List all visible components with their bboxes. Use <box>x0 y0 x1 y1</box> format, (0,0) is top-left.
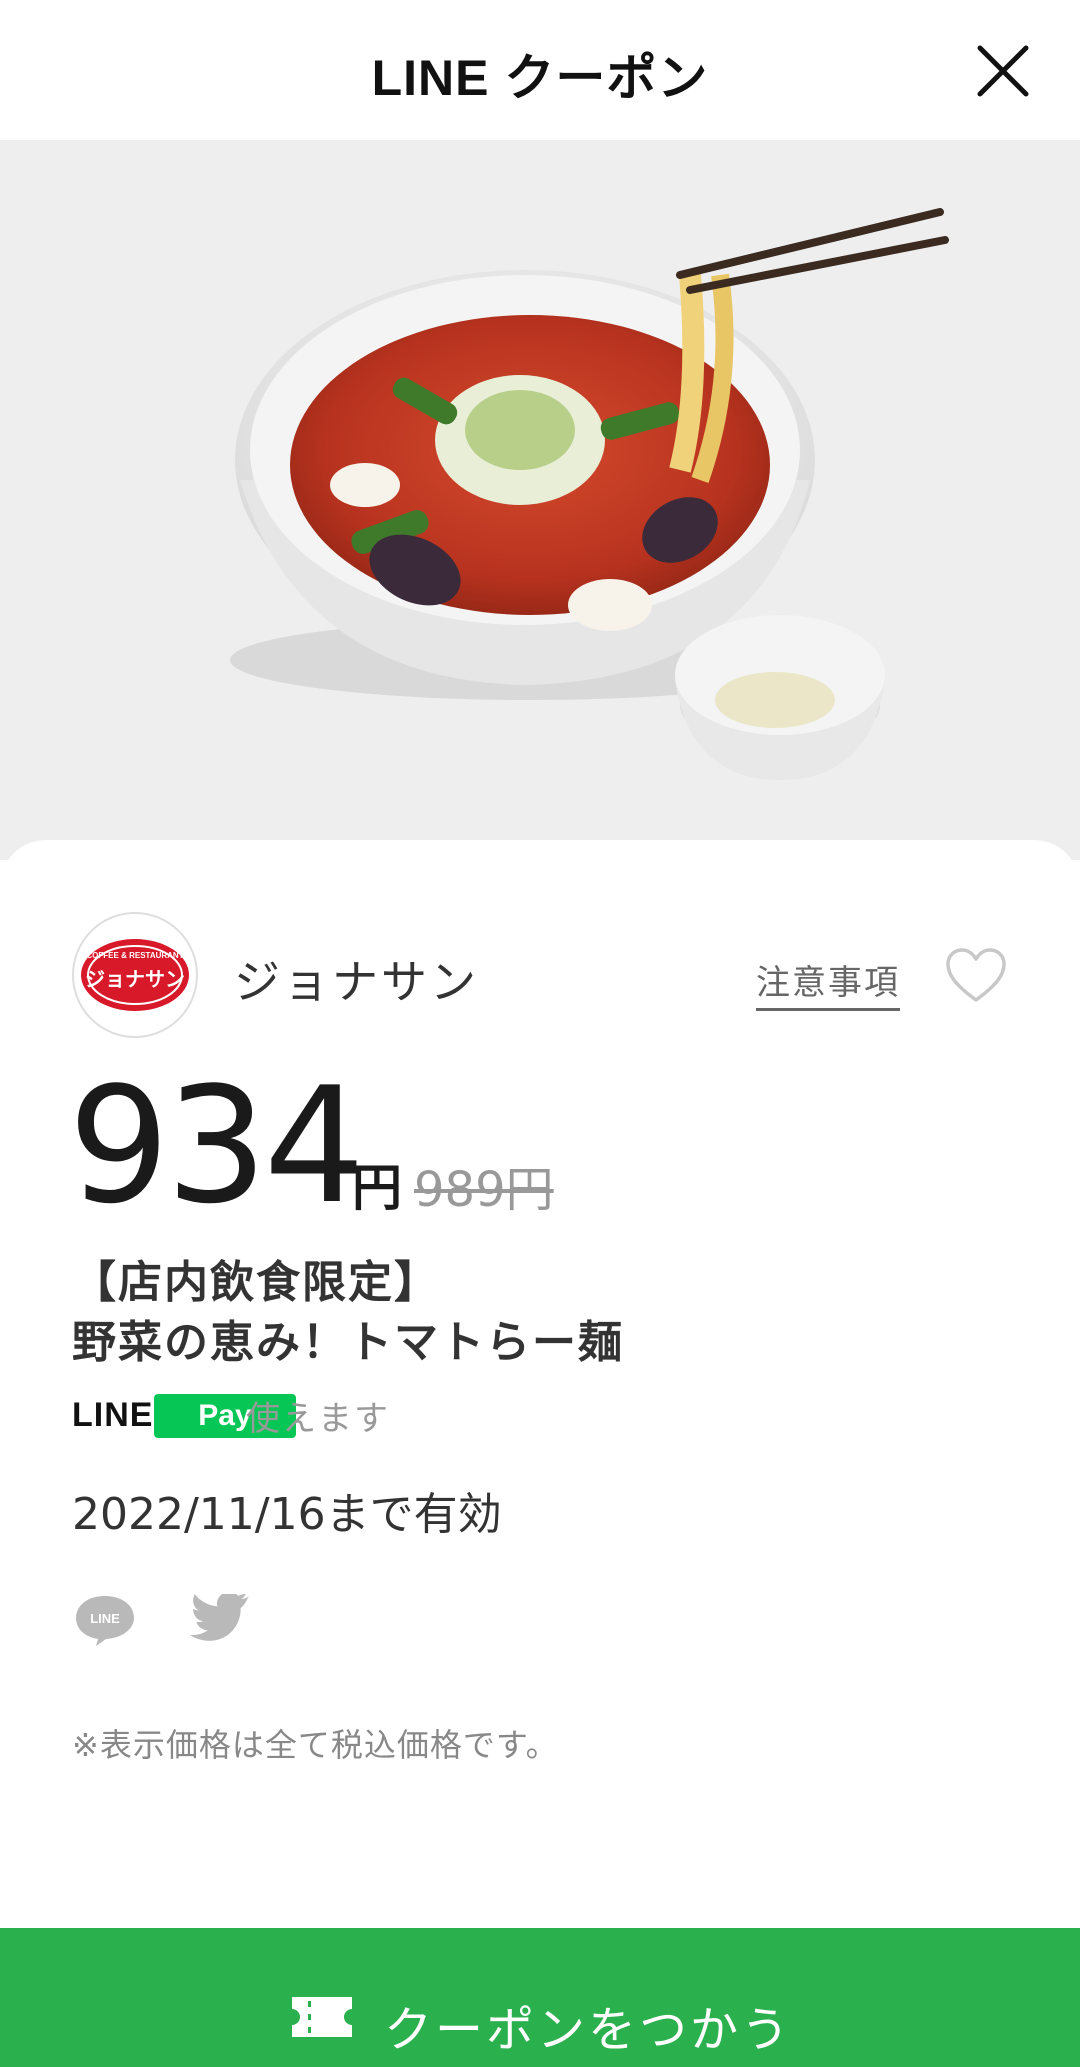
jonathan-logo-icon: COFFEE & RESTAURANT ジョナサン <box>81 939 189 1011</box>
ticket-icon <box>292 1997 352 2037</box>
use-coupon-label[interactable]: クーポンをつかう <box>384 1990 792 2060</box>
coupon-image <box>0 140 1080 860</box>
heart-icon <box>946 948 1006 1002</box>
coupon-title-line2: 野菜の恵み！トマトらー麺 <box>72 1317 624 1368</box>
line-share-icon: LINE <box>76 1596 134 1646</box>
notice-link[interactable]: 注意事項 <box>756 955 900 1011</box>
share-twitter-button[interactable] <box>188 1591 254 1650</box>
close-icon <box>977 45 1029 97</box>
tax-note: ※表示価格は全て税込価格です。 <box>72 1726 559 1764</box>
favorite-button[interactable] <box>944 946 1008 1004</box>
page-title: LINE クーポン <box>371 50 709 106</box>
price-unit: 円 <box>352 1159 402 1217</box>
svg-text:COFFEE & RESTAURANT: COFFEE & RESTAURANT <box>86 951 183 960</box>
original-price: 989円 <box>414 1162 554 1218</box>
shop-name: ジョナサン <box>234 955 479 1009</box>
line-share-label: LINE <box>90 1611 120 1626</box>
line-pay-brand: LINE <box>72 1396 154 1434</box>
share-line-button[interactable]: LINE <box>72 1592 138 1648</box>
coupon-price: 934 <box>68 1052 365 1239</box>
svg-text:ジョナサン: ジョナサン <box>85 967 185 991</box>
twitter-share-icon <box>189 1591 249 1641</box>
ramen-bowl-photo <box>230 208 949 780</box>
header: LINE クーポン <box>0 0 1080 140</box>
shop-logo: COFFEE & RESTAURANT ジョナサン <box>72 912 198 1038</box>
coupon-title-line1: 【店内飲食限定】 <box>72 1257 440 1308</box>
valid-until: 2022/11/16まで有効 <box>72 1489 502 1540</box>
close-button[interactable] <box>970 38 1036 104</box>
line-pay-status: 使えます <box>246 1399 390 1439</box>
